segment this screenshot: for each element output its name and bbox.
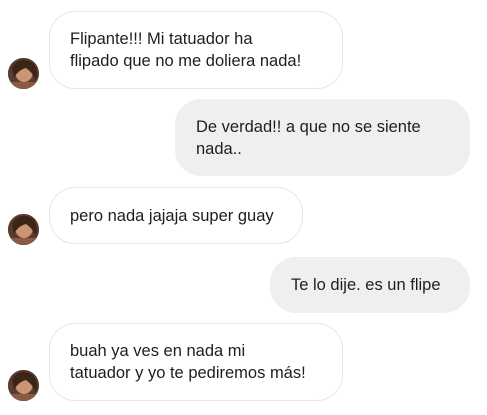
avatar-photo-icon xyxy=(8,58,39,89)
contact-avatar[interactable] xyxy=(8,58,39,89)
message-bubble-outgoing[interactable]: De verdad!! a que no se siente nada.. xyxy=(175,99,470,176)
message-bubble-incoming[interactable]: Flipante!!! Mi tatuador ha flipado que n… xyxy=(49,11,343,89)
message-bubble-outgoing[interactable]: Te lo dije. es un flipe xyxy=(270,257,470,313)
message-text: Te lo dije. es un flipe xyxy=(291,276,441,294)
contact-avatar[interactable] xyxy=(8,214,39,245)
message-bubble-incoming[interactable]: buah ya ves en nada mi tatuador y yo te … xyxy=(49,323,343,401)
avatar-photo-icon xyxy=(8,370,39,401)
contact-avatar[interactable] xyxy=(8,370,39,401)
message-text: buah ya ves en nada mi tatuador y yo te … xyxy=(70,342,306,382)
avatar-photo-icon xyxy=(8,214,39,245)
message-text: pero nada jajaja super guay xyxy=(70,206,274,225)
message-text: Flipante!!! Mi tatuador ha flipado que n… xyxy=(70,30,302,70)
message-text: De verdad!! a que no se siente nada.. xyxy=(196,117,421,158)
message-bubble-incoming[interactable]: pero nada jajaja super guay xyxy=(49,187,303,244)
